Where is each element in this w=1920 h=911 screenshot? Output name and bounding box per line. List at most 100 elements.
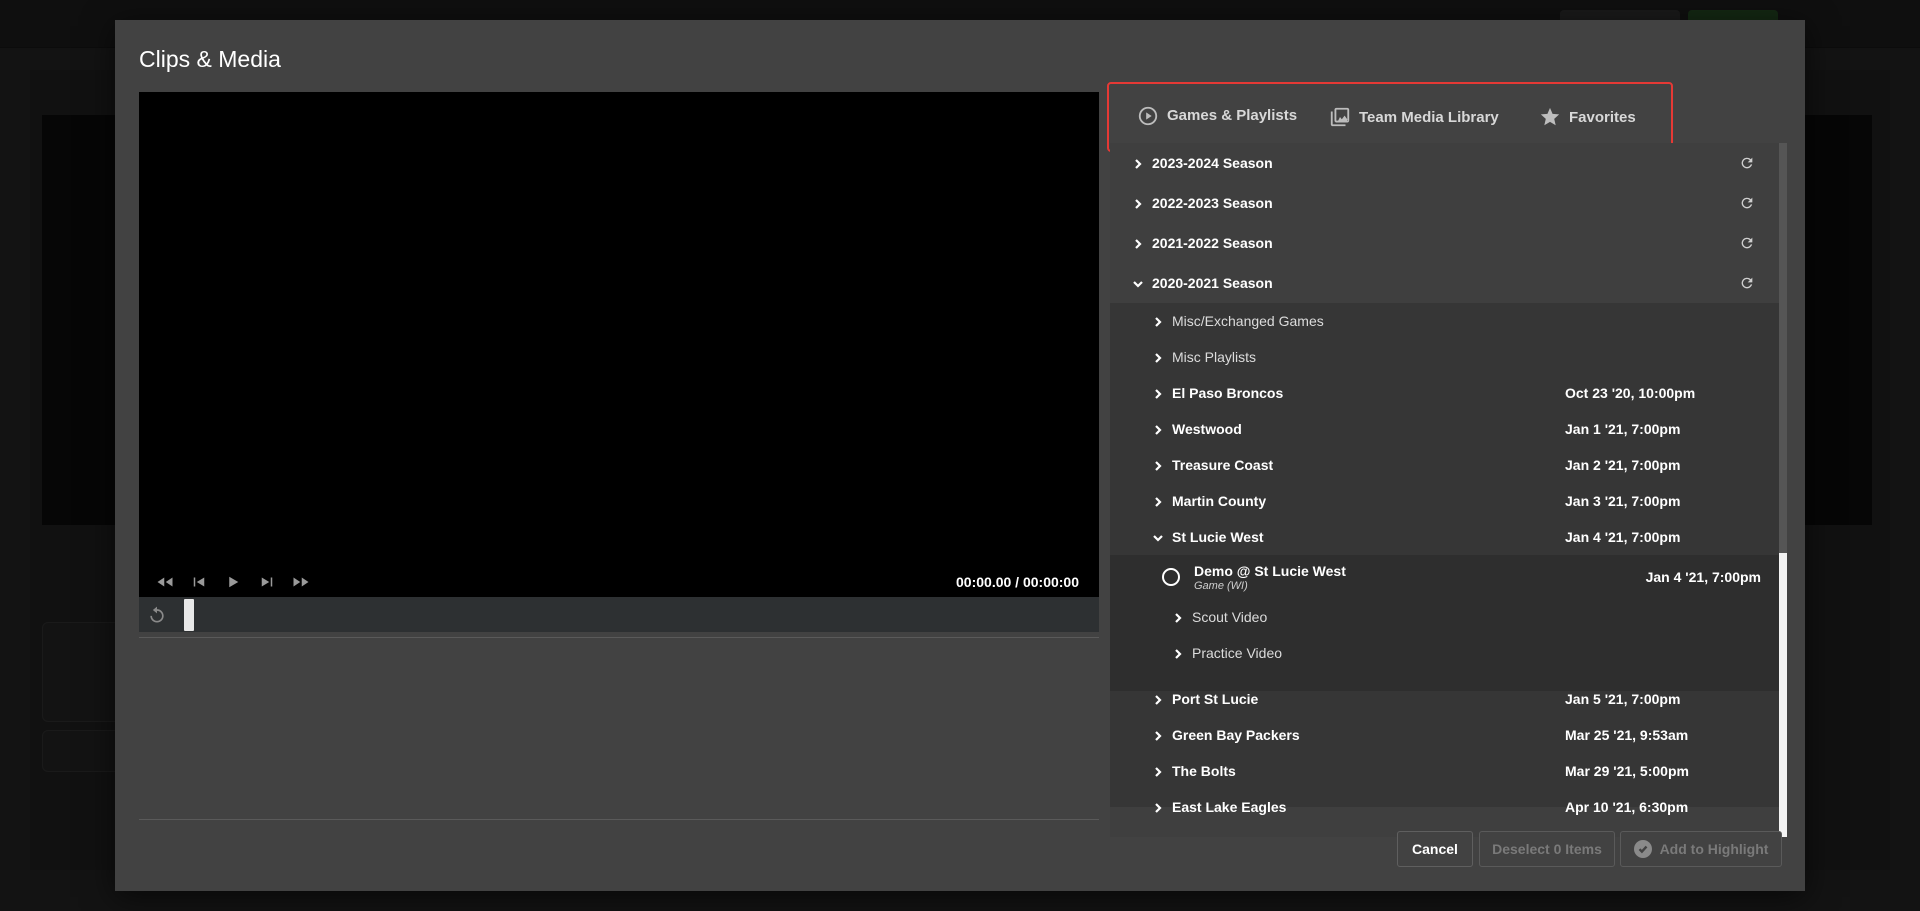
tab-bar: Games & Playlists Team Media Library Fav… — [1107, 82, 1673, 152]
games-playlists-list[interactable]: 2023-2024 Season 2022-2023 Season 2021-2… — [1110, 143, 1787, 837]
chevron-down-icon[interactable] — [1132, 277, 1144, 289]
game-label: Port St Lucie — [1172, 691, 1259, 707]
tab-favorites[interactable]: Favorites — [1539, 84, 1636, 150]
scrollbar-track[interactable] — [1779, 143, 1787, 837]
list-item[interactable]: Practice Video — [1110, 635, 1779, 671]
modal-title: Clips & Media — [139, 46, 281, 72]
chevron-right-icon[interactable] — [1152, 315, 1164, 327]
game-row[interactable]: The Bolts Mar 29 '21, 5:00pm — [1110, 753, 1779, 789]
divider — [139, 637, 1099, 638]
list-item[interactable]: Misc/Exchanged Games — [1110, 303, 1779, 339]
tab-label: Team Media Library — [1359, 108, 1499, 126]
game-row[interactable]: St Lucie West Jan 4 '21, 7:00pm — [1110, 519, 1779, 555]
chevron-right-icon[interactable] — [1132, 157, 1144, 169]
game-date: Oct 23 '20, 10:00pm — [1565, 385, 1696, 401]
game-date: Jan 2 '21, 7:00pm — [1565, 457, 1681, 473]
game-video-row[interactable]: Demo @ St Lucie West Game (WI) Jan 4 '21… — [1110, 557, 1779, 597]
chevron-right-icon[interactable] — [1152, 495, 1164, 507]
play-circle-icon — [1138, 106, 1158, 125]
deselect-button[interactable]: Deselect 0 Items — [1479, 831, 1615, 867]
chevron-right-icon[interactable] — [1152, 423, 1164, 435]
media-library-icon — [1330, 107, 1350, 127]
game-label: El Paso Broncos — [1172, 385, 1284, 401]
game-label: Green Bay Packers — [1172, 727, 1300, 743]
season-label: 2022-2023 Season — [1152, 195, 1273, 211]
chevron-right-icon[interactable] — [1172, 647, 1184, 659]
tab-label: Games & Playlists — [1167, 107, 1298, 124]
chevron-right-icon[interactable] — [1152, 729, 1164, 741]
game-row[interactable]: El Paso Broncos Oct 23 '20, 10:00pm — [1110, 375, 1779, 411]
refresh-icon[interactable] — [1739, 195, 1755, 211]
chevron-right-icon[interactable] — [1152, 459, 1164, 471]
game-date: Jan 1 '21, 7:00pm — [1565, 421, 1681, 437]
season-row[interactable]: 2020-2021 Season — [1110, 263, 1779, 303]
game-label: St Lucie West — [1172, 529, 1264, 545]
season-row[interactable]: 2023-2024 Season — [1110, 143, 1779, 183]
refresh-icon[interactable] — [1739, 275, 1755, 291]
divider — [139, 819, 1099, 820]
game-row[interactable]: Westwood Jan 1 '21, 7:00pm — [1110, 411, 1779, 447]
game-date: Apr 10 '21, 6:30pm — [1565, 799, 1689, 815]
game-row[interactable]: Green Bay Packers Mar 25 '21, 9:53am — [1110, 717, 1779, 753]
game-label: Treasure Coast — [1172, 457, 1274, 473]
season-row[interactable]: 2021-2022 Season — [1110, 223, 1779, 263]
item-label: Scout Video — [1192, 609, 1268, 625]
chevron-right-icon[interactable] — [1152, 765, 1164, 777]
game-date: Jan 4 '21, 7:00pm — [1645, 569, 1761, 585]
game-label: Martin County — [1172, 493, 1267, 509]
game-row[interactable]: Treasure Coast Jan 2 '21, 7:00pm — [1110, 447, 1779, 483]
tab-games-playlists[interactable]: Games & Playlists — [1115, 84, 1320, 150]
game-row[interactable]: East Lake Eagles Apr 10 '21, 6:30pm — [1110, 789, 1779, 825]
game-row[interactable]: Port St Lucie Jan 5 '21, 7:00pm — [1110, 681, 1779, 717]
chevron-right-icon[interactable] — [1152, 351, 1164, 363]
fast-forward-icon[interactable] — [291, 572, 311, 592]
chevron-right-icon[interactable] — [1132, 237, 1144, 249]
chevron-right-icon[interactable] — [1152, 693, 1164, 705]
game-row[interactable]: Martin County Jan 3 '21, 7:00pm — [1110, 483, 1779, 519]
list-item[interactable]: Scout Video — [1110, 599, 1779, 635]
reset-icon[interactable] — [147, 605, 167, 625]
select-radio[interactable] — [1162, 568, 1180, 586]
scrubber-bar[interactable] — [139, 597, 1099, 632]
chevron-right-icon[interactable] — [1172, 611, 1184, 623]
game-info: Demo @ St Lucie West Game (WI) — [1194, 563, 1346, 592]
game-date: Mar 29 '21, 5:00pm — [1565, 763, 1689, 779]
refresh-icon[interactable] — [1739, 235, 1755, 251]
list-item[interactable]: Misc Playlists — [1110, 339, 1779, 375]
item-label: Misc/Exchanged Games — [1172, 313, 1324, 329]
cancel-button[interactable]: Cancel — [1397, 831, 1473, 867]
game-date: Jan 4 '21, 7:00pm — [1565, 529, 1681, 545]
chevron-right-icon[interactable] — [1132, 197, 1144, 209]
play-icon[interactable] — [223, 572, 243, 592]
tab-team-media-library[interactable]: Team Media Library — [1329, 84, 1499, 150]
season-label: 2021-2022 Season — [1152, 235, 1273, 251]
chevron-right-icon[interactable] — [1152, 801, 1164, 813]
chevron-right-icon[interactable] — [1152, 387, 1164, 399]
scrubber-handle[interactable] — [184, 599, 194, 631]
item-label: Misc Playlists — [1172, 349, 1257, 365]
game-date: Jan 5 '21, 7:00pm — [1565, 691, 1681, 707]
player-controls — [155, 572, 311, 592]
season-label: 2023-2024 Season — [1152, 155, 1273, 171]
game-label: East Lake Eagles — [1172, 799, 1287, 815]
check-circle-icon — [1633, 840, 1652, 858]
season-row[interactable]: 2022-2023 Season — [1110, 183, 1779, 223]
rewind-icon[interactable] — [155, 572, 175, 592]
tab-label: Favorites — [1569, 108, 1636, 126]
clips-media-modal: Clips & Media 00:00.00 / 00:00:00 Games … — [115, 20, 1805, 891]
star-icon — [1540, 107, 1560, 126]
step-forward-icon[interactable] — [257, 572, 277, 592]
game-title: Demo @ St Lucie West — [1194, 562, 1346, 579]
refresh-icon[interactable] — [1739, 155, 1755, 171]
timecode: 00:00.00 / 00:00:00 — [956, 574, 1079, 590]
season-label: 2020-2021 Season — [1152, 275, 1273, 291]
video-player[interactable]: 00:00.00 / 00:00:00 — [139, 92, 1099, 632]
game-label: The Bolts — [1172, 763, 1236, 779]
chevron-down-icon[interactable] — [1152, 531, 1164, 543]
game-label: Westwood — [1172, 421, 1242, 437]
game-date: Mar 25 '21, 9:53am — [1565, 727, 1689, 743]
item-label: Practice Video — [1192, 645, 1283, 661]
step-back-icon[interactable] — [189, 572, 209, 592]
scrollbar-thumb[interactable] — [1779, 143, 1787, 553]
add-to-highlight-button[interactable]: Add to Highlight — [1620, 831, 1782, 867]
